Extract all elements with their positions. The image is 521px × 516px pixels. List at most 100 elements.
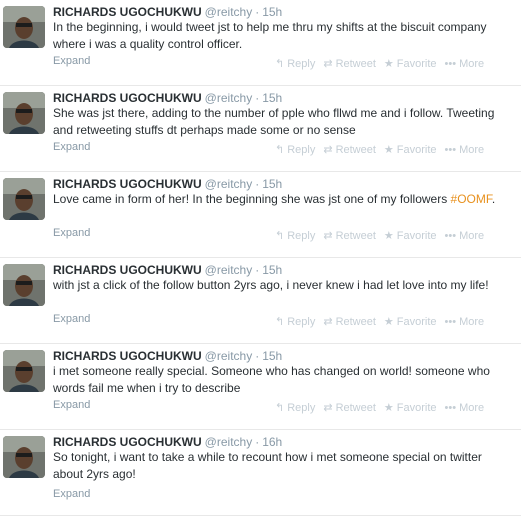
retweet-button[interactable]: ⇄ Retweet (323, 229, 376, 242)
meta-separator: · (255, 263, 260, 277)
tweet-item[interactable]: RICHARDS UGOCHUKWU @reitchy · 15h Love came… (0, 172, 521, 258)
tweet-timestamp[interactable]: 15h (262, 177, 282, 191)
author-name[interactable]: RICHARDS UGOCHUKWU (53, 177, 202, 191)
reply-button[interactable]: ↰ Reply (275, 401, 315, 414)
tweet-header: RICHARDS UGOCHUKWU @reitchy · 16h (53, 434, 282, 450)
retweet-icon: ⇄ (323, 402, 333, 414)
reply-label: Reply (287, 402, 316, 414)
retweet-button[interactable]: ⇄ Retweet (323, 401, 376, 414)
author-handle[interactable]: @reitchy (205, 177, 253, 191)
retweet-label: Retweet (335, 230, 376, 242)
more-button[interactable]: ••• More (445, 230, 485, 242)
reply-arrow-icon: ↰ (275, 230, 285, 242)
star-icon: ★ (383, 230, 394, 242)
author-handle[interactable]: @reitchy (205, 5, 253, 19)
retweet-icon: ⇄ (323, 230, 333, 242)
tweet-text: Love came in form of her! In the beginni… (53, 191, 513, 208)
retweet-button[interactable]: ⇄ Retweet (323, 143, 376, 156)
star-icon: ★ (383, 316, 394, 328)
tweet-text: So tonight, i want to take a while to re… (53, 449, 513, 483)
meta-separator: · (255, 349, 260, 363)
favorite-button[interactable]: ★ Favorite (384, 401, 437, 414)
reply-button[interactable]: ↰ Reply (275, 143, 315, 156)
tweet-body: She was jst there, adding to the number … (53, 106, 495, 137)
tweet-body: Love came in form of her! In the beginni… (53, 192, 451, 206)
more-button[interactable]: ••• More (445, 402, 485, 414)
retweet-button[interactable]: ⇄ Retweet (323, 57, 376, 70)
hashtag-link[interactable]: #OOMF (451, 192, 492, 206)
favorite-button[interactable]: ★ Favorite (384, 229, 437, 242)
author-handle[interactable]: @reitchy (205, 263, 253, 277)
retweet-icon: ⇄ (323, 58, 333, 70)
retweet-button[interactable]: ⇄ Retweet (323, 315, 376, 328)
author-handle[interactable]: @reitchy (205, 349, 253, 363)
tweet-text: She was jst there, adding to the number … (53, 105, 513, 139)
reply-button[interactable]: ↰ Reply (275, 57, 315, 70)
expand-link[interactable]: Expand (53, 227, 90, 239)
tweet-actions: ↰ Reply ⇄ Retweet ★ Favorite ••• More (275, 401, 484, 414)
author-name[interactable]: RICHARDS UGOCHUKWU (53, 349, 202, 363)
more-button[interactable]: ••• More (445, 316, 485, 328)
tweet-body: i met someone really special. Someone wh… (53, 364, 490, 395)
tweet-item[interactable]: RICHARDS UGOCHUKWU @reitchy · 15h with jst … (0, 258, 521, 344)
tweet-timestamp[interactable]: 16h (262, 435, 282, 449)
ellipsis-icon: ••• (444, 402, 457, 414)
tweet-timeline: RICHARDS UGOCHUKWU @reitchy · 15h In the be… (0, 0, 521, 516)
author-name[interactable]: RICHARDS UGOCHUKWU (53, 91, 202, 105)
meta-separator: · (255, 91, 260, 105)
reply-arrow-icon: ↰ (275, 144, 285, 156)
favorite-label: Favorite (396, 230, 437, 242)
more-button[interactable]: ••• More (445, 144, 485, 156)
tweet-header: RICHARDS UGOCHUKWU @reitchy · 15h (53, 4, 282, 20)
tweet-timestamp[interactable]: 15h (262, 91, 282, 105)
tweet-suffix: . (491, 192, 496, 206)
tweet-header: RICHARDS UGOCHUKWU @reitchy · 15h (53, 348, 282, 364)
tweet-actions: ↰ Reply ⇄ Retweet ★ Favorite ••• More (275, 143, 484, 156)
tweet-item[interactable]: RICHARDS UGOCHUKWU @reitchy · 15h i met som… (0, 344, 521, 430)
more-label: More (459, 230, 485, 242)
favorite-label: Favorite (396, 144, 437, 156)
expand-link[interactable]: Expand (53, 313, 90, 325)
expand-link[interactable]: Expand (53, 488, 90, 500)
favorite-button[interactable]: ★ Favorite (384, 57, 437, 70)
avatar[interactable] (3, 264, 45, 306)
star-icon: ★ (383, 144, 394, 156)
tweet-timestamp[interactable]: 15h (262, 349, 282, 363)
author-handle[interactable]: @reitchy (205, 91, 253, 105)
favorite-button[interactable]: ★ Favorite (384, 315, 437, 328)
reply-arrow-icon: ↰ (275, 316, 285, 328)
retweet-icon: ⇄ (323, 316, 333, 328)
more-label: More (459, 316, 485, 328)
more-button[interactable]: ••• More (445, 58, 485, 70)
avatar[interactable] (3, 178, 45, 220)
retweet-label: Retweet (335, 144, 376, 156)
tweet-item[interactable]: RICHARDS UGOCHUKWU @reitchy · 15h She was j… (0, 86, 521, 172)
retweet-label: Retweet (335, 316, 376, 328)
meta-separator: · (255, 177, 260, 191)
retweet-label: Retweet (335, 58, 376, 70)
expand-link[interactable]: Expand (53, 399, 90, 411)
author-handle[interactable]: @reitchy (205, 435, 253, 449)
expand-link[interactable]: Expand (53, 55, 90, 67)
reply-arrow-icon: ↰ (275, 402, 285, 414)
author-name[interactable]: RICHARDS UGOCHUKWU (53, 435, 202, 449)
reply-button[interactable]: ↰ Reply (275, 229, 315, 242)
avatar[interactable] (3, 350, 45, 392)
avatar[interactable] (3, 6, 45, 48)
favorite-button[interactable]: ★ Favorite (384, 143, 437, 156)
tweet-item[interactable]: RICHARDS UGOCHUKWU @reitchy · 15h In the be… (0, 0, 521, 86)
reply-button[interactable]: ↰ Reply (275, 315, 315, 328)
author-name[interactable]: RICHARDS UGOCHUKWU (53, 263, 202, 277)
tweet-timestamp[interactable]: 15h (262, 5, 282, 19)
avatar[interactable] (3, 436, 45, 478)
expand-link[interactable]: Expand (53, 141, 90, 153)
avatar[interactable] (3, 92, 45, 134)
tweet-header: RICHARDS UGOCHUKWU @reitchy · 15h (53, 262, 282, 278)
reply-label: Reply (287, 58, 316, 70)
ellipsis-icon: ••• (444, 144, 457, 156)
tweet-timestamp[interactable]: 15h (262, 263, 282, 277)
reply-label: Reply (287, 316, 316, 328)
author-name[interactable]: RICHARDS UGOCHUKWU (53, 5, 202, 19)
tweet-actions: ↰ Reply ⇄ Retweet ★ Favorite ••• More (275, 57, 484, 70)
tweet-item[interactable]: RICHARDS UGOCHUKWU @reitchy · 16h So tonigh… (0, 430, 521, 516)
